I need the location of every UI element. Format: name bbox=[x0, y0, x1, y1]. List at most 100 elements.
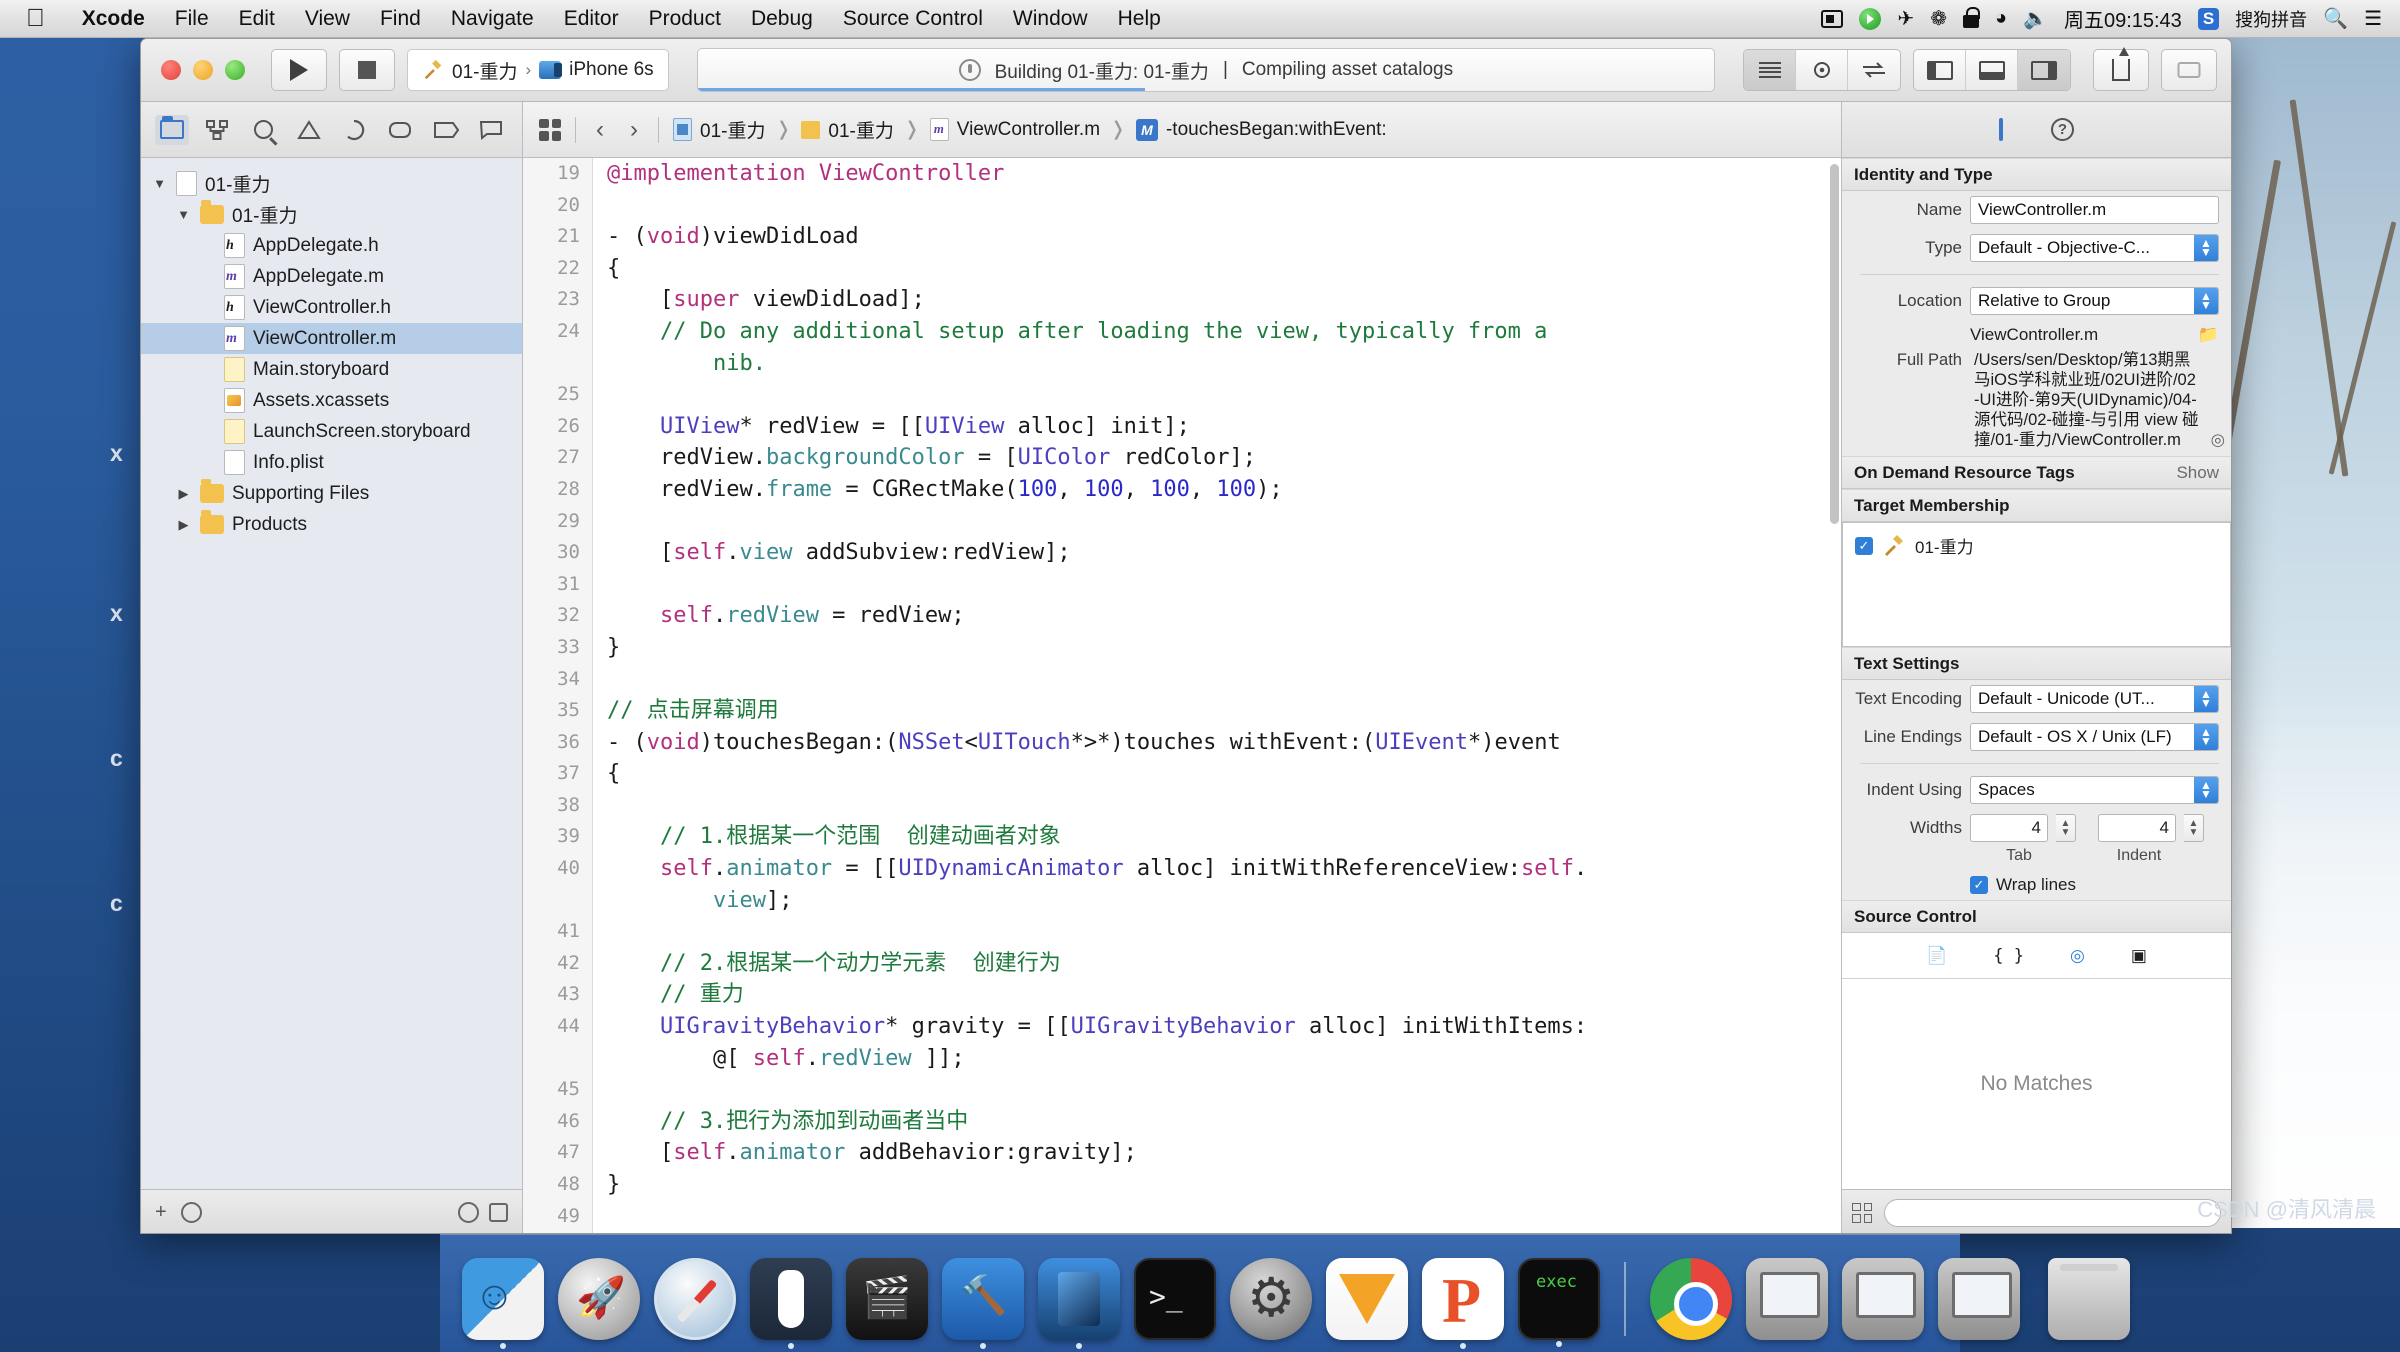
file-tree-row[interactable]: Main.storyboard bbox=[141, 354, 522, 385]
code-line[interactable]: @implementation ViewController bbox=[607, 158, 1841, 190]
stop-button[interactable] bbox=[339, 49, 395, 91]
tab-width-field[interactable]: 4 bbox=[1970, 814, 2048, 842]
find-navigator-tab[interactable] bbox=[246, 115, 280, 145]
source-code-text[interactable]: @implementation ViewController - (void)v… bbox=[593, 158, 1841, 1233]
minimize-window-button[interactable] bbox=[193, 60, 213, 80]
paw-icon[interactable] bbox=[1422, 1258, 1504, 1349]
menu-view[interactable]: View bbox=[290, 7, 365, 31]
file-tree-row[interactable]: Assets.xcassets bbox=[141, 385, 522, 416]
code-line[interactable]: nib. bbox=[607, 348, 1841, 380]
disclosure-triangle[interactable]: ▼ bbox=[151, 176, 168, 191]
code-line[interactable]: // 点击屏幕调用 bbox=[607, 695, 1841, 727]
code-line[interactable]: // 重力 bbox=[607, 979, 1841, 1011]
code-line[interactable]: self.animator = [[UIDynamicAnimator allo… bbox=[607, 853, 1841, 885]
breadcrumb-file[interactable]: ViewController.m bbox=[957, 119, 1100, 141]
code-line[interactable]: view]; bbox=[607, 885, 1841, 917]
activity-status-bar[interactable]: Building 01-重力: 01-重力 | Compiling asset … bbox=[696, 48, 1715, 92]
breadcrumb-method[interactable]: -touchesBegan:withEvent: bbox=[1166, 119, 1387, 141]
play-green-icon[interactable] bbox=[1859, 7, 1882, 30]
file-tree-row[interactable]: ▶ Supporting Files bbox=[141, 478, 522, 509]
indent-using-popup[interactable]: Spaces ▲ ▼ bbox=[1970, 776, 2219, 804]
menu-editor[interactable]: Editor bbox=[549, 7, 634, 31]
identity-and-type-header[interactable]: Identity and Type bbox=[1842, 158, 2231, 191]
code-line[interactable] bbox=[607, 1074, 1841, 1106]
screen-record-icon[interactable] bbox=[1821, 9, 1844, 28]
filter-icon[interactable] bbox=[180, 1202, 202, 1223]
minimized-window-3-icon[interactable] bbox=[1938, 1258, 2020, 1340]
line-endings-popup[interactable]: Default - OS X / Unix (LF) ▲ ▼ bbox=[1970, 723, 2219, 751]
target-checkbox[interactable]: ✓ bbox=[1855, 536, 1873, 555]
file-tree-row[interactable]: h ViewController.h bbox=[141, 292, 522, 323]
project-navigator-tab[interactable] bbox=[154, 114, 189, 145]
menu-debug[interactable]: Debug bbox=[736, 7, 828, 31]
sc-document-icon[interactable]: 📄 bbox=[1926, 946, 1947, 966]
toggle-debug-area-button[interactable] bbox=[1966, 50, 2018, 90]
disclosure-triangle[interactable]: ▶ bbox=[175, 517, 192, 533]
indent-width-field[interactable]: 4 bbox=[2098, 814, 2176, 842]
code-line[interactable]: } bbox=[607, 1169, 1841, 1201]
code-line[interactable]: UIGravityBehavior* gravity = [[UIGravity… bbox=[607, 1011, 1841, 1043]
code-line[interactable]: [self.view addSubview:redView]; bbox=[607, 537, 1841, 569]
bluetooth-icon[interactable]: ❁ bbox=[1930, 6, 1947, 31]
close-window-button[interactable] bbox=[161, 60, 181, 80]
execute-icon[interactable] bbox=[1518, 1258, 1600, 1347]
code-line[interactable] bbox=[607, 664, 1841, 696]
file-tree-row[interactable]: m ViewController.m bbox=[141, 323, 522, 354]
run-button[interactable] bbox=[271, 49, 327, 91]
text-encoding-popup[interactable]: Default - Unicode (UT... ▲ ▼ bbox=[1970, 685, 2219, 713]
wifi-icon[interactable]: ◕ bbox=[1995, 7, 2007, 30]
sc-panel-icon[interactable]: ▣ bbox=[2131, 946, 2147, 966]
source-code-area[interactable]: 19 20 21 22 23 24 25 26 27 28 29 30 31 32 33 34 35 36 37 38… bbox=[523, 158, 1841, 1233]
launchpad-icon[interactable] bbox=[558, 1258, 640, 1340]
name-field[interactable]: ViewController.m bbox=[1970, 196, 2219, 224]
disclosure-triangle[interactable]: ▶ bbox=[175, 486, 192, 502]
text-settings-header[interactable]: Text Settings bbox=[1842, 647, 2231, 680]
file-tree-row[interactable]: h AppDelegate.h bbox=[141, 230, 522, 261]
apple-menu-icon[interactable]:  bbox=[26, 6, 45, 31]
on-demand-resource-tags-header[interactable]: On Demand Resource Tags Show bbox=[1842, 456, 2231, 489]
source-control-header[interactable]: Source Control bbox=[1842, 900, 2231, 933]
terminal-icon[interactable] bbox=[1134, 1258, 1216, 1340]
quick-help-inspector-icon[interactable]: ? bbox=[2051, 118, 2074, 141]
zoom-window-button[interactable] bbox=[225, 60, 245, 80]
related-items-icon[interactable] bbox=[539, 118, 561, 141]
sc-braces-icon[interactable]: { } bbox=[1993, 946, 2024, 966]
menu-navigate[interactable]: Navigate bbox=[436, 7, 549, 31]
input-method-badge[interactable]: S bbox=[2197, 7, 2220, 30]
menu-help[interactable]: Help bbox=[1103, 7, 1176, 31]
file-tree-row[interactable]: Info.plist bbox=[141, 447, 522, 478]
sc-target-icon[interactable]: ◎ bbox=[2070, 946, 2085, 966]
menu-bar-clock[interactable]: 周五09:15:43 bbox=[2064, 4, 2182, 33]
ondemand-show-link[interactable]: Show bbox=[2176, 463, 2219, 483]
organizer-button[interactable] bbox=[2161, 49, 2217, 91]
file-tree-row[interactable]: ▶ Products bbox=[141, 509, 522, 540]
safari-icon[interactable] bbox=[654, 1258, 736, 1340]
inspector-filter-field[interactable] bbox=[1884, 1198, 2221, 1227]
code-line[interactable] bbox=[607, 379, 1841, 411]
add-file-button[interactable]: + bbox=[155, 1201, 167, 1224]
scheme-selector[interactable]: 01-重力 › iPhone 6s bbox=[407, 49, 669, 91]
code-line[interactable]: @[ self.redView ]]; bbox=[607, 1043, 1841, 1075]
menu-source-control[interactable]: Source Control bbox=[828, 7, 998, 31]
recent-files-icon[interactable] bbox=[458, 1202, 479, 1223]
code-line[interactable]: } bbox=[607, 632, 1841, 664]
code-line[interactable]: // 2.根据某一个动力学元素 创建行为 bbox=[607, 948, 1841, 980]
sketch-icon[interactable] bbox=[1326, 1258, 1408, 1340]
menu-edit[interactable]: Edit bbox=[224, 7, 290, 31]
menu-window[interactable]: Window bbox=[998, 7, 1103, 31]
inspector-grid-icon[interactable] bbox=[1852, 1202, 1872, 1223]
standard-editor-button[interactable] bbox=[1744, 50, 1796, 90]
lock-icon[interactable] bbox=[1962, 6, 1980, 28]
reveal-in-finder-icon[interactable]: ◎ bbox=[2211, 430, 2225, 450]
code-line[interactable] bbox=[607, 190, 1841, 222]
wrap-lines-row[interactable]: ✓ Wrap lines bbox=[1842, 870, 2231, 900]
input-method-label[interactable]: 搜狗拼音 bbox=[2235, 6, 2307, 32]
mouse-app-icon[interactable] bbox=[750, 1258, 832, 1349]
code-line[interactable]: self.redView = redView; bbox=[607, 600, 1841, 632]
code-line[interactable] bbox=[607, 790, 1841, 822]
file-tree-row[interactable]: m AppDelegate.m bbox=[141, 261, 522, 292]
file-tree-row[interactable]: ▼ 01-重力 bbox=[141, 168, 522, 199]
indent-width-stepper[interactable]: ▲ ▼ bbox=[2184, 814, 2204, 842]
toggle-navigator-button[interactable] bbox=[1914, 50, 1966, 90]
target-membership-header[interactable]: Target Membership bbox=[1842, 489, 2231, 522]
